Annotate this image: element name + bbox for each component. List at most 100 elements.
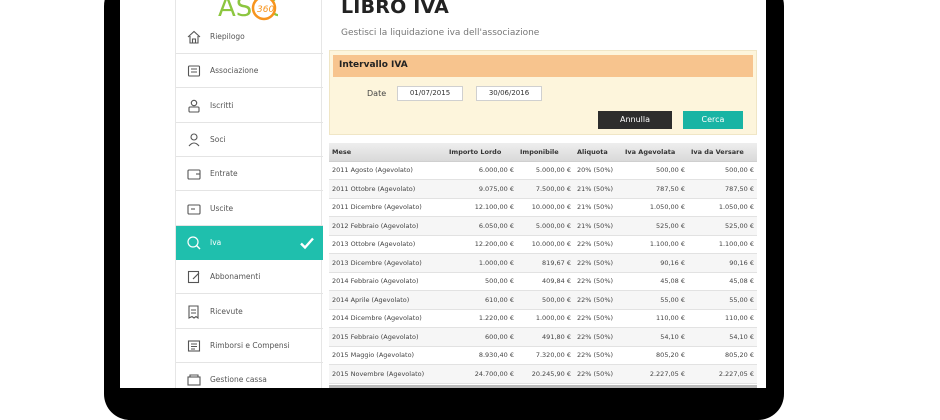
sidebar-item-gestione-cassa[interactable]: Gestione cassa bbox=[176, 363, 323, 388]
sidebar-item-label: Riepilogo bbox=[210, 32, 245, 41]
filter-title: Intervallo IVA bbox=[339, 60, 408, 70]
column-header: Mese bbox=[329, 143, 446, 162]
column-header: Importo Lordo bbox=[446, 143, 517, 162]
table-row[interactable]: 2011 Dicembre (Agevolato) 12.100,00 €10.0… bbox=[329, 198, 757, 217]
sidebar-item-label: Rimborsi e Compensi bbox=[210, 341, 290, 350]
date-from-input[interactable]: 01/07/2015 bbox=[397, 86, 463, 101]
table-cell: 5.000,00 € bbox=[517, 216, 574, 236]
sidebar-item-iva[interactable]: Iva bbox=[176, 226, 323, 260]
table-row[interactable]: 2015 Maggio (Agevolato) 8.930,40 €7.320,0… bbox=[329, 346, 757, 365]
table-row[interactable]: 2012 Febbraio (Agevolato) 6.050,00 €5.000… bbox=[329, 216, 757, 236]
table-cell: 2015 Maggio (Agevolato) bbox=[329, 346, 446, 365]
cancel-button[interactable]: Annulla bbox=[598, 111, 672, 129]
members-icon bbox=[188, 132, 200, 146]
table-row[interactable]: 2015 Novembre (Agevolato) 24.700,00 €20.2… bbox=[329, 364, 757, 384]
table-cell: 54,10 € bbox=[622, 327, 688, 347]
table-cell: 787,50 € bbox=[622, 179, 688, 199]
table-cell: 500,00 € bbox=[622, 161, 688, 180]
table-row[interactable]: 2011 Agosto (Agevolato) 6.000,00 €5.000,0… bbox=[329, 161, 757, 180]
column-header: Aliquota bbox=[574, 143, 622, 162]
filter-header: Intervallo IVA bbox=[333, 55, 753, 77]
table-cell: 500,00 € bbox=[446, 272, 517, 291]
table-cell: 9.075,00 € bbox=[446, 179, 517, 199]
table-row[interactable]: 2013 Dicembre (Agevolato) 1.000,00 €819,6… bbox=[329, 253, 757, 273]
search-button[interactable]: Cerca bbox=[683, 111, 743, 129]
table-cell: 22% (50%) bbox=[574, 272, 622, 291]
table-cell: 2011 Agosto (Agevolato) bbox=[329, 161, 446, 180]
check-icon bbox=[300, 237, 314, 250]
logo-badge: 360 bbox=[257, 5, 274, 15]
refund-icon bbox=[187, 339, 201, 352]
table-cell: 500,00 € bbox=[688, 161, 757, 180]
table-cell: 2013 Ottobre (Agevolato) bbox=[329, 235, 446, 254]
date-to-input[interactable]: 30/06/2016 bbox=[476, 86, 542, 101]
table-cell: 10.000,00 € bbox=[517, 198, 574, 217]
table-cell: 2013 Dicembre (Agevolato) bbox=[329, 253, 446, 273]
table-cell: 24.700,00 € bbox=[446, 364, 517, 384]
sidebar-item-associazione[interactable]: Associazione bbox=[176, 54, 323, 88]
table-row[interactable]: 2014 Dicembre (Agevolato) 1.220,00 €1.000… bbox=[329, 309, 757, 328]
sidebar-item-uscite[interactable]: Uscite bbox=[176, 192, 323, 226]
sidebar-item-label: Gestione cassa bbox=[210, 375, 267, 384]
page-title: LIBRO IVA bbox=[341, 0, 450, 18]
table-cell: 1.000,00 € bbox=[446, 253, 517, 273]
sidebar: ASSO 360 RiepilogoAssociazioneIscrittiSo… bbox=[175, 0, 323, 388]
table-cell: 805,20 € bbox=[688, 346, 757, 365]
table-cell: 1.100,00 € bbox=[622, 235, 688, 254]
table-cell: 525,00 € bbox=[622, 216, 688, 236]
table-cell: 7.500,00 € bbox=[517, 179, 574, 199]
sidebar-item-entrate[interactable]: Entrate bbox=[176, 157, 323, 191]
table-cell: 90,16 € bbox=[688, 253, 757, 273]
table-cell: 1.100,00 € bbox=[688, 235, 757, 254]
table-row[interactable]: 2014 Aprile (Agevolato) 610,00 €500,00 €2… bbox=[329, 290, 757, 310]
home-icon bbox=[187, 30, 201, 44]
sidebar-item-abbonamenti[interactable]: Abbonamenti bbox=[176, 260, 323, 294]
table-cell: 787,50 € bbox=[688, 179, 757, 199]
table-cell: 1.000,00 € bbox=[517, 309, 574, 328]
table-cell: 2014 Febbraio (Agevolato) bbox=[329, 272, 446, 291]
table-cell: 22% (50%) bbox=[574, 346, 622, 365]
sidebar-item-label: Ricevute bbox=[210, 307, 243, 316]
table-cell: 2.227,05 € bbox=[688, 364, 757, 384]
table-cell: 610,00 € bbox=[446, 290, 517, 310]
table-cell: 2014 Dicembre (Agevolato) bbox=[329, 309, 446, 328]
table-cell: 2015 Novembre (Agevolato) bbox=[329, 364, 446, 384]
vat-table: Mese Importo Lordo Imponibile Aliquota Iva A… bbox=[329, 143, 757, 384]
sidebar-item-label: Associazione bbox=[210, 66, 259, 75]
table-cell: 110,00 € bbox=[688, 309, 757, 328]
table-cell: 22% (50%) bbox=[574, 364, 622, 384]
sidebar-item-rimborsi-e-compensi[interactable]: Rimborsi e Compensi bbox=[176, 329, 323, 363]
table-cell: 409,84 € bbox=[517, 272, 574, 291]
table-cell: 21% (50%) bbox=[574, 216, 622, 236]
table-cell: 45,08 € bbox=[688, 272, 757, 291]
table-cell: 22% (50%) bbox=[574, 309, 622, 328]
table-cell: 21% (50%) bbox=[574, 198, 622, 217]
table-cell: 21% (50%) bbox=[574, 179, 622, 199]
table-row[interactable]: 2015 Febbraio (Agevolato) 600,00 €491,80 … bbox=[329, 327, 757, 347]
table-cell: 8.930,40 € bbox=[446, 346, 517, 365]
table-cell: 491,80 € bbox=[517, 327, 574, 347]
sidebar-item-label: Soci bbox=[210, 135, 226, 144]
sidebar-item-ricevute[interactable]: Ricevute bbox=[176, 295, 323, 329]
sidebar-item-iscritti[interactable]: Iscritti bbox=[176, 89, 323, 123]
wallet-out-icon bbox=[187, 203, 201, 215]
table-row[interactable]: 2014 Febbraio (Agevolato) 500,00 €409,84 … bbox=[329, 272, 757, 291]
cash-icon bbox=[187, 373, 201, 386]
table-row[interactable]: 2013 Ottobre (Agevolato) 12.200,00 €10.00… bbox=[329, 235, 757, 254]
table-cell: 6.000,00 € bbox=[446, 161, 517, 180]
sidebar-item-riepilogo[interactable]: Riepilogo bbox=[176, 20, 323, 54]
table-cell: 12.100,00 € bbox=[446, 198, 517, 217]
column-header: Imponibile bbox=[517, 143, 574, 162]
table-footer bbox=[329, 385, 757, 388]
edit-doc-icon bbox=[187, 270, 200, 283]
user-list-icon bbox=[188, 99, 200, 113]
table-row[interactable]: 2011 Ottobre (Agevolato) 9.075,00 €7.500,… bbox=[329, 179, 757, 199]
sidebar-item-soci[interactable]: Soci bbox=[176, 123, 323, 157]
table-cell: 2012 Febbraio (Agevolato) bbox=[329, 216, 446, 236]
table-cell: 819,67 € bbox=[517, 253, 574, 273]
table-cell: 20% (50%) bbox=[574, 161, 622, 180]
sidebar-item-label: Entrate bbox=[210, 169, 238, 178]
table-cell: 2.227,05 € bbox=[622, 364, 688, 384]
table-cell: 22% (50%) bbox=[574, 327, 622, 347]
table-cell: 22% (50%) bbox=[574, 253, 622, 273]
